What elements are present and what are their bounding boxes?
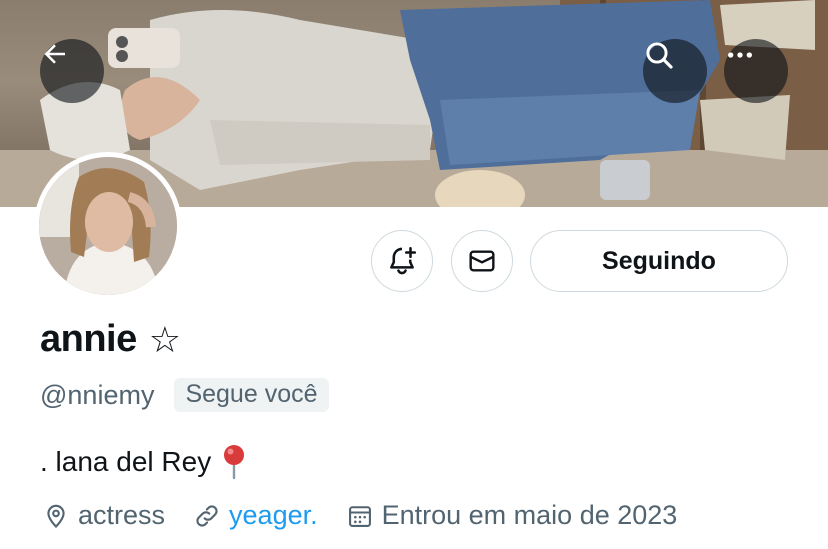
- back-button[interactable]: [40, 39, 104, 103]
- website-item[interactable]: yeager.: [193, 500, 318, 531]
- follows-you-badge: Segue você: [174, 378, 329, 412]
- location-text: actress: [78, 500, 166, 530]
- display-name-row: annie ☆: [40, 318, 181, 361]
- bio-text: . lana del Rey: [40, 446, 212, 477]
- search-icon: [646, 42, 673, 69]
- calendar-icon: [348, 505, 371, 527]
- round-pushpin-icon: 📍: [224, 445, 245, 480]
- bio: . lana del Rey 📍: [40, 444, 247, 480]
- more-horizontal-icon: [728, 52, 752, 58]
- envelope-icon: [469, 250, 495, 272]
- location-item: actress: [42, 500, 165, 531]
- search-button[interactable]: [643, 39, 707, 103]
- user-handle: @nniemy: [40, 379, 155, 410]
- avatar-frame[interactable]: [34, 152, 182, 300]
- handle-row: @nniemy Segue você: [40, 378, 329, 412]
- joined-item: Entrou em maio de 2023: [346, 500, 678, 531]
- avatar: [39, 157, 177, 295]
- following-button[interactable]: Seguindo: [530, 230, 788, 292]
- profile-meta: actress yeager. Entrou em maio de 2023: [42, 500, 705, 531]
- star-emoji: ☆: [148, 318, 181, 360]
- website-link[interactable]: yeager.: [229, 500, 318, 531]
- display-name: annie: [40, 318, 137, 360]
- joined-text: Entrou em maio de 2023: [381, 500, 678, 530]
- notifications-button[interactable]: [371, 230, 433, 292]
- link-icon: [196, 504, 218, 527]
- message-button[interactable]: [451, 230, 513, 292]
- arrow-left-icon: [44, 44, 65, 64]
- bell-plus-icon: [390, 246, 417, 275]
- more-button[interactable]: [724, 39, 788, 103]
- location-pin-icon: [47, 504, 65, 528]
